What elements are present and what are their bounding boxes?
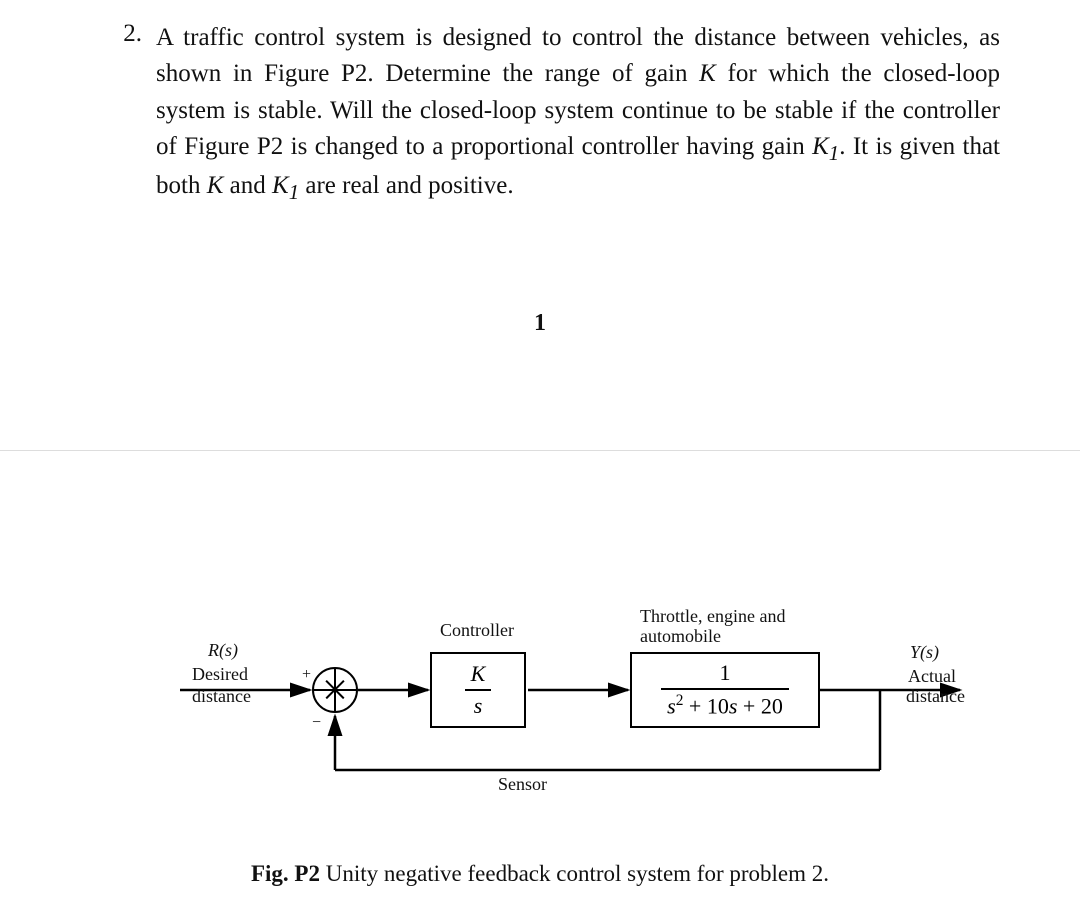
- fraction-bar-icon: [465, 689, 492, 691]
- plant-tf-den: s2 + 10s + 20: [661, 693, 789, 719]
- diagram-wires: [180, 580, 980, 820]
- controller-tf: K s: [465, 662, 492, 718]
- controller-tf-num: K: [465, 662, 492, 686]
- question-block: 2. A traffic control system is designed …: [118, 20, 1000, 207]
- question-number: 2.: [118, 20, 142, 207]
- sum-minus-sign: −: [312, 714, 321, 732]
- sensor-label: Sensor: [498, 774, 547, 795]
- input-desc-2: distance: [192, 686, 251, 707]
- summing-junction: [312, 667, 358, 713]
- output-desc-1: Actual: [908, 666, 956, 687]
- controller-label: Controller: [440, 620, 514, 641]
- plant-label-2: automobile: [640, 626, 721, 647]
- page-divider: [0, 450, 1080, 451]
- fraction-bar-icon: [661, 688, 789, 690]
- plant-block: 1 s2 + 10s + 20: [630, 652, 820, 728]
- caption-bold: Fig. P2: [251, 861, 320, 886]
- plant-tf: 1 s2 + 10s + 20: [661, 661, 789, 719]
- page: 2. A traffic control system is designed …: [0, 0, 1080, 913]
- output-desc-2: distance: [906, 686, 965, 707]
- block-diagram: R(s) Desired distance + − Controller K s…: [180, 580, 980, 820]
- caption-rest: Unity negative feedback control system f…: [320, 861, 829, 886]
- plant-label-1: Throttle, engine and: [640, 606, 785, 627]
- controller-tf-den: s: [468, 694, 489, 718]
- input-signal-label: R(s): [208, 640, 238, 661]
- plant-tf-num: 1: [713, 661, 736, 685]
- controller-block: K s: [430, 652, 526, 728]
- sum-plus-sign: +: [302, 666, 311, 684]
- input-desc-1: Desired: [192, 664, 248, 685]
- figure-caption: Fig. P2 Unity negative feedback control …: [0, 861, 1080, 887]
- output-signal-label: Y(s): [910, 642, 939, 663]
- question-text: A traffic control system is designed to …: [156, 20, 1000, 207]
- page-number: 1: [0, 310, 1080, 337]
